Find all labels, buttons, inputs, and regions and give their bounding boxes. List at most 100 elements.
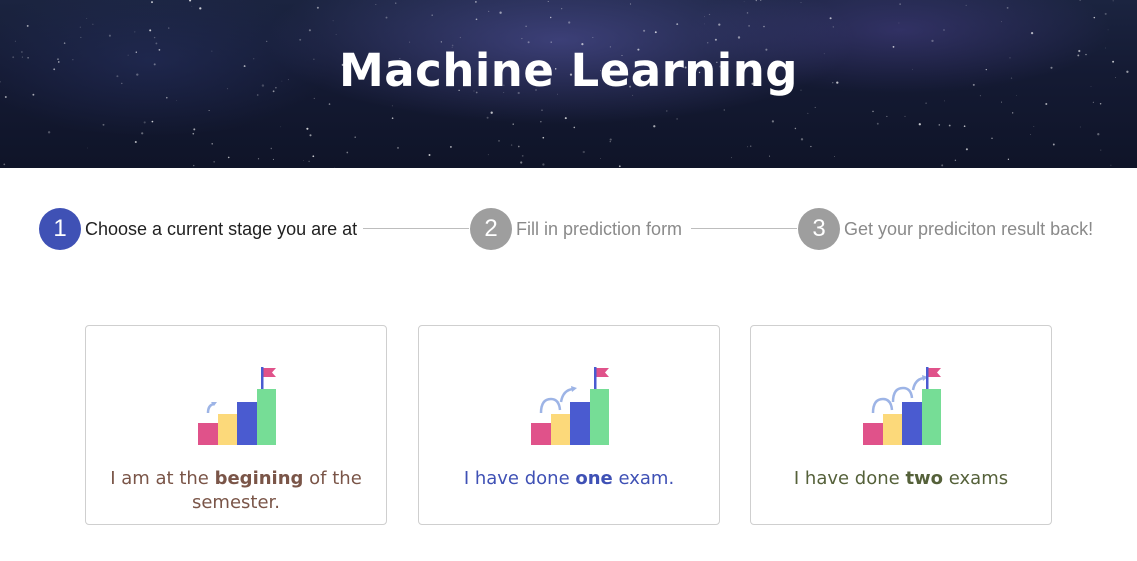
star: [1030, 134, 1031, 135]
star: [653, 125, 656, 128]
star: [542, 136, 545, 139]
star: [26, 24, 29, 27]
step-2-number: 2: [470, 208, 512, 250]
star: [643, 29, 646, 32]
star: [991, 137, 993, 139]
star: [609, 141, 611, 143]
stage-option-text: I am at the begining of the semester.: [110, 468, 362, 513]
star: [731, 157, 732, 159]
step-connector-1: [363, 228, 469, 229]
star: [1079, 126, 1081, 128]
star: [600, 158, 601, 159]
star: [176, 100, 178, 101]
star: [475, 18, 478, 21]
star: [568, 21, 571, 24]
star: [1033, 126, 1035, 127]
step-1-label: Choose a current stage you are at: [85, 218, 358, 239]
star: [80, 36, 82, 38]
star: [143, 121, 146, 124]
star: [3, 163, 6, 166]
stage-option-text: I have done two exams: [793, 468, 1009, 489]
star: [151, 1, 153, 4]
star: [335, 34, 337, 35]
star: [334, 167, 336, 168]
star: [654, 31, 657, 34]
star: [755, 0, 758, 2]
star: [718, 23, 721, 26]
star: [168, 27, 170, 29]
star: [306, 127, 309, 130]
star: [704, 23, 705, 25]
step-1: 1 Choose a current stage you are at: [39, 208, 357, 250]
star: [708, 13, 711, 16]
star: [931, 39, 934, 43]
star: [582, 150, 585, 154]
star: [723, 109, 725, 111]
star: [409, 41, 411, 43]
star: [14, 40, 16, 42]
star: [391, 105, 393, 107]
star: [899, 3, 901, 5]
star: [1100, 149, 1102, 151]
star: [948, 124, 951, 127]
star: [549, 16, 552, 19]
star: [800, 2, 802, 3]
star: [488, 10, 490, 12]
star: [904, 115, 906, 117]
hero-banner: Machine Learning: [0, 0, 1137, 168]
star: [328, 103, 331, 105]
star: [1052, 143, 1055, 146]
star: [280, 126, 282, 128]
star: [397, 146, 399, 149]
star: [542, 163, 545, 166]
star: [1107, 29, 1109, 31]
stage-option-begining[interactable]: I am at the begining of the semester.: [85, 325, 387, 525]
star: [965, 148, 968, 151]
star: [151, 120, 154, 123]
star: [1099, 103, 1102, 105]
star: [395, 2, 397, 4]
star: [629, 3, 632, 5]
star: [313, 97, 315, 99]
star: [490, 111, 493, 114]
star: [153, 36, 156, 39]
star: [1092, 101, 1094, 103]
star: [312, 155, 315, 158]
star: [208, 109, 210, 112]
star: [676, 23, 679, 26]
star: [213, 161, 215, 163]
star: [486, 116, 489, 119]
star: [391, 117, 394, 119]
star: [512, 123, 514, 125]
star: [149, 29, 152, 32]
bar-chart-flag-icon: [198, 367, 276, 445]
star: [943, 29, 945, 31]
stage-option-one-exam[interactable]: I have done one exam.: [418, 325, 720, 525]
star: [938, 124, 941, 126]
star: [257, 158, 260, 160]
star: [925, 102, 927, 104]
star: [440, 41, 442, 43]
star: [517, 145, 520, 148]
step-3: 3 Get your prediciton result back!: [798, 208, 1093, 250]
step-2-label: Fill in prediction form: [516, 218, 683, 239]
star: [898, 22, 900, 24]
star: [547, 1, 549, 3]
star: [102, 123, 105, 126]
star: [266, 40, 268, 43]
bar-chart-flag-icon: [863, 367, 941, 445]
star: [520, 161, 523, 164]
star: [47, 131, 51, 134]
star: [1079, 0, 1081, 1]
step-2: 2 Fill in prediction form: [470, 208, 682, 250]
star: [134, 140, 137, 144]
stage-option-two-exams[interactable]: I have done two exams: [750, 325, 1052, 525]
star: [302, 160, 304, 162]
stage-option-text: I have done one exam.: [463, 468, 675, 489]
star: [86, 17, 88, 19]
bar-chart-flag-icon: [531, 367, 609, 445]
star: [308, 29, 311, 32]
step-3-number: 3: [798, 208, 840, 250]
star: [794, 127, 797, 130]
star: [192, 132, 195, 135]
